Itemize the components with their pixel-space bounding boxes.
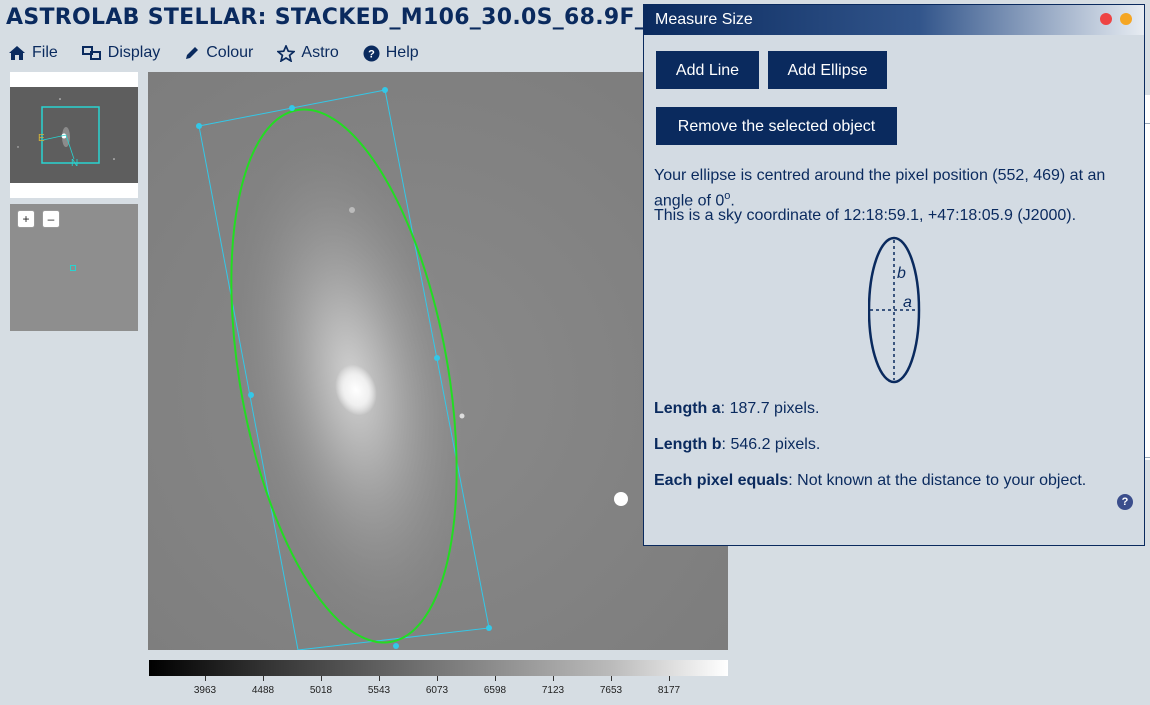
zoom-in-button[interactable]: +	[17, 210, 35, 228]
colorbar-tick	[553, 676, 554, 681]
menu-file-label: File	[32, 44, 58, 61]
colorbar-tick-label: 8177	[657, 685, 681, 696]
length-a-value: : 187.7 pixels.	[720, 400, 820, 417]
diagram-a-label: a	[903, 294, 912, 311]
colorbar-tick	[205, 676, 206, 681]
menu-help-label: Help	[385, 44, 419, 61]
menu-help[interactable]: ? Help	[363, 40, 419, 66]
help-circle-icon: ?	[363, 45, 380, 61]
length-b-label: Length b	[654, 436, 722, 453]
zoom-preview[interactable]: + –	[10, 204, 138, 331]
close-button[interactable]	[1100, 13, 1112, 25]
colorbar-tick	[669, 676, 670, 681]
colorbar-tick-label: 5543	[367, 685, 391, 696]
menu-display-label: Display	[107, 44, 161, 61]
main-image-canvas[interactable]	[148, 72, 728, 650]
menu-astro[interactable]: Astro	[277, 40, 339, 66]
colorbar-tick-label: 3963	[193, 685, 217, 696]
pencil-icon	[186, 47, 199, 59]
colorbar-tick	[321, 676, 322, 681]
add-line-button[interactable]: Add Line	[656, 51, 759, 89]
help-icon[interactable]: ?	[1117, 494, 1133, 510]
ellipse-position-text: Your ellipse is centred around the pixel…	[654, 167, 1106, 210]
colorbar-tick-label: 7123	[541, 685, 565, 696]
colorbar-tick	[495, 676, 496, 681]
ellipse-diagram	[868, 236, 921, 384]
pixel-scale-value: : Not known at the distance to your obje…	[788, 472, 1087, 489]
menu-colour[interactable]: Colour	[184, 40, 253, 66]
colorbar-tick	[263, 676, 264, 681]
colorbar-tick	[437, 676, 438, 681]
length-a-row: Length a: 187.7 pixels.	[654, 398, 819, 419]
display-icon	[81, 46, 101, 60]
minimize-button[interactable]	[1120, 13, 1132, 25]
colorbar	[149, 660, 728, 676]
colorbar-tick	[379, 676, 380, 681]
diagram-b-label: b	[897, 265, 906, 282]
dialog-header[interactable]: Measure Size	[644, 5, 1144, 35]
colorbar-tick-label: 4488	[251, 685, 275, 696]
colorbar-tick-label: 6073	[425, 685, 449, 696]
pixel-scale-label: Each pixel equals	[654, 472, 789, 489]
length-a-label: Length a	[654, 400, 721, 417]
colorbar-tick-label: 5018	[309, 685, 333, 696]
zoom-out-button[interactable]: –	[42, 210, 60, 228]
star-icon	[277, 44, 296, 62]
colorbar-tick	[611, 676, 612, 681]
pixel-scale-row: Each pixel equals: Not known at the dist…	[654, 470, 1086, 491]
sky-coordinate-text: This is a sky coordinate of 12:18:59.1, …	[654, 207, 1077, 224]
menu-colour-label: Colour	[206, 44, 254, 61]
app-title: ASTROLAB STELLAR: STACKED_M106_30.0S_68.…	[6, 5, 666, 30]
dialog-title: Measure Size	[655, 11, 753, 28]
colorbar-tick-label: 6598	[483, 685, 507, 696]
add-ellipse-button[interactable]: Add Ellipse	[768, 51, 887, 89]
remove-selected-button[interactable]: Remove the selected object	[656, 107, 897, 145]
east-label: E	[38, 133, 45, 144]
measure-size-dialog: Measure Size Add Line Add Ellipse Remove…	[643, 4, 1145, 546]
menu-file[interactable]: File	[8, 40, 58, 66]
thumbnail-image[interactable]: E N	[10, 87, 138, 183]
svg-text:?: ?	[368, 48, 375, 60]
menu-bar: File Display Colour Astro ? Help	[8, 40, 419, 66]
menu-astro-label: Astro	[301, 44, 339, 61]
thumbnail-navigator[interactable]: E N	[10, 72, 138, 198]
length-b-value: : 546.2 pixels.	[721, 436, 821, 453]
zoom-marker	[70, 265, 76, 271]
length-b-row: Length b: 546.2 pixels.	[654, 434, 820, 455]
north-label: N	[71, 158, 79, 169]
colorbar-tick-label: 7653	[599, 685, 623, 696]
home-icon	[9, 46, 25, 60]
menu-display[interactable]: Display	[81, 40, 161, 66]
